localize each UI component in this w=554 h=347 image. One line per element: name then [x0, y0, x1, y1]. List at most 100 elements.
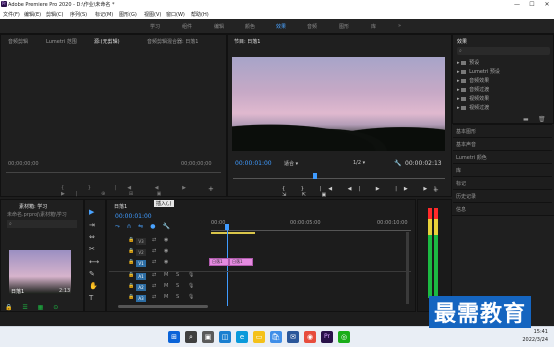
trash-icon[interactable]: 🗑: [538, 116, 546, 123]
workspace-assembly[interactable]: 组件: [182, 23, 192, 30]
section-essential-graphics[interactable]: 基本图形: [453, 124, 552, 137]
track-a1[interactable]: 🔒 A1 ⇄ M S 🎙: [110, 271, 206, 281]
work-area-bar[interactable]: [211, 232, 255, 234]
menu-view[interactable]: 视图(V): [144, 11, 161, 18]
menu-clip[interactable]: 剪辑(C): [46, 11, 63, 18]
mail-icon[interactable]: ✉: [287, 331, 299, 343]
mute-icon[interactable]: M: [164, 283, 168, 289]
lock-icon[interactable]: 🔒: [128, 237, 134, 243]
workspace-color[interactable]: 颜色: [245, 23, 255, 30]
close-button[interactable]: ✕: [540, 0, 554, 9]
menu-window[interactable]: 窗口(W): [166, 11, 185, 18]
type-tool-icon[interactable]: T: [89, 294, 93, 302]
workspace-effects[interactable]: 效果: [276, 23, 286, 30]
mic-icon[interactable]: 🎙: [188, 294, 194, 300]
program-transport-controls[interactable]: { } |◀ ◀| ▶ |▶ ▶| ⇲ ⇱ ▣: [282, 186, 451, 198]
lock-icon[interactable]: 🔒: [128, 272, 134, 278]
track-v1-label[interactable]: V1: [136, 260, 146, 267]
project-footer-icons[interactable]: 🔒 ☰ ▦ ⊙: [5, 304, 62, 311]
timeline-timecode[interactable]: 00:00:01:00: [115, 213, 152, 220]
timeline-vertical-scrollbar[interactable]: [406, 232, 409, 304]
track-v1[interactable]: 🔒 V1 ⇄ ◉: [110, 258, 206, 268]
section-history[interactable]: 历史记录: [453, 189, 552, 202]
search-icon[interactable]: ⌕: [185, 331, 197, 343]
razor-tool-icon[interactable]: ✂: [89, 245, 95, 253]
sync-icon[interactable]: ⇄: [152, 248, 156, 254]
solo-icon[interactable]: S: [176, 272, 179, 278]
tab-source[interactable]: 源:(无剪辑): [94, 38, 120, 45]
wechat-icon[interactable]: ◎: [338, 331, 350, 343]
menu-file[interactable]: 文件(F): [3, 11, 20, 18]
sync-icon[interactable]: ⇄: [152, 237, 156, 243]
program-add-button-icon[interactable]: +: [433, 186, 439, 194]
lock-icon[interactable]: 🔒: [128, 248, 134, 254]
section-essential-sound[interactable]: 基本声音: [453, 137, 552, 150]
workspace-editing[interactable]: 编辑: [214, 23, 224, 30]
effects-item-lumetri-presets[interactable]: ▸ Lumetri 预设: [457, 68, 500, 75]
lock-icon[interactable]: 🔒: [128, 259, 134, 265]
audio-clip[interactable]: 日落1: [229, 258, 253, 266]
widgets-icon[interactable]: ◫: [219, 331, 231, 343]
program-resolution-dropdown[interactable]: 1/2 ▾: [353, 160, 365, 166]
effects-item-presets[interactable]: ▸ 预设: [457, 59, 479, 66]
section-libraries[interactable]: 库: [453, 163, 552, 176]
source-add-button-icon[interactable]: +: [208, 185, 214, 193]
track-a3-label[interactable]: A3: [136, 295, 146, 302]
project-search-input[interactable]: ⌕: [7, 220, 77, 228]
lock-icon[interactable]: 🔒: [128, 283, 134, 289]
program-timecode[interactable]: 00:00:01:00: [235, 160, 272, 167]
mic-icon[interactable]: 🎙: [188, 272, 194, 278]
eye-icon[interactable]: ◉: [164, 259, 168, 265]
hand-tool-icon[interactable]: ✋: [89, 282, 98, 290]
solo-icon[interactable]: S: [176, 283, 179, 289]
wrench-icon[interactable]: 🔧: [394, 160, 401, 167]
tab-lumetri-scopes[interactable]: Lumetri 范围: [46, 38, 77, 45]
video-clip[interactable]: 日落1: [209, 258, 229, 266]
effects-item-video-effects[interactable]: ▸ 视频效果: [457, 95, 489, 102]
menu-edit[interactable]: 编辑(E): [24, 11, 41, 18]
track-a3[interactable]: 🔒 A3 ⇄ M S 🎙: [110, 293, 206, 303]
tab-audio-clip-mixer[interactable]: 音频剪辑混合器: 日落1: [147, 38, 198, 45]
program-scrub-bar[interactable]: [233, 178, 445, 179]
track-a1-label[interactable]: A1: [136, 273, 146, 280]
mute-icon[interactable]: M: [164, 272, 168, 278]
timeline-sequence-tab[interactable]: 日落1: [114, 203, 127, 210]
track-v3[interactable]: 🔒 V3 ⇄ ◉: [110, 236, 206, 246]
track-v3-label[interactable]: V3: [136, 238, 146, 245]
timeline-tools-row[interactable]: ⤳∩⇋●🔧: [115, 223, 177, 231]
lock-icon[interactable]: 🔒: [128, 294, 134, 300]
sync-icon[interactable]: ⇄: [152, 294, 156, 300]
ripple-edit-tool-icon[interactable]: ⇔: [89, 233, 95, 241]
timeline-ruler[interactable]: [211, 230, 411, 231]
section-markers[interactable]: 标记: [453, 176, 552, 189]
section-lumetri-color[interactable]: Lumetri 颜色: [453, 150, 552, 163]
menu-help[interactable]: 帮助(H): [191, 11, 209, 18]
workspace-more-icon[interactable]: »: [398, 23, 401, 29]
menu-sequence[interactable]: 序列(S): [70, 11, 87, 18]
slip-tool-icon[interactable]: ⟷: [89, 258, 99, 266]
tab-audio-clip[interactable]: 音频剪辑: [8, 38, 28, 45]
mute-icon[interactable]: M: [164, 294, 168, 300]
windows-start-icon[interactable]: ⊞: [168, 331, 180, 343]
effects-item-audio-transitions[interactable]: ▸ 音频过渡: [457, 86, 489, 93]
edge-icon[interactable]: e: [236, 331, 248, 343]
track-a2[interactable]: 🔒 A2 ⇄ M S 🎙: [110, 282, 206, 292]
minimize-button[interactable]: —: [510, 0, 524, 9]
maximize-button[interactable]: ☐: [525, 0, 539, 9]
track-v2-label[interactable]: V2: [136, 249, 146, 256]
track-a2-label[interactable]: A2: [136, 284, 146, 291]
program-playhead[interactable]: [313, 173, 317, 179]
eye-icon[interactable]: ◉: [164, 248, 168, 254]
store-icon[interactable]: 🛍: [270, 331, 282, 343]
workspace-audio[interactable]: 音频: [307, 23, 317, 30]
premiere-taskbar-icon[interactable]: Pr: [321, 331, 333, 343]
effects-item-video-transitions[interactable]: ▸ 视频过渡: [457, 104, 489, 111]
workspace-learning[interactable]: 学习: [150, 23, 160, 30]
source-transport-controls[interactable]: { } |◀ ◀ ▶ ▶| ⊕ ⊞ ▣: [61, 185, 226, 197]
section-info[interactable]: 信息: [453, 202, 552, 215]
track-v2[interactable]: 🔒 V2 ⇄ ◉: [110, 247, 206, 257]
select-tool-icon[interactable]: ▶: [89, 208, 94, 216]
sync-icon[interactable]: ⇄: [152, 283, 156, 289]
effects-search-input[interactable]: ⌕: [457, 47, 550, 55]
sync-icon[interactable]: ⇄: [152, 259, 156, 265]
